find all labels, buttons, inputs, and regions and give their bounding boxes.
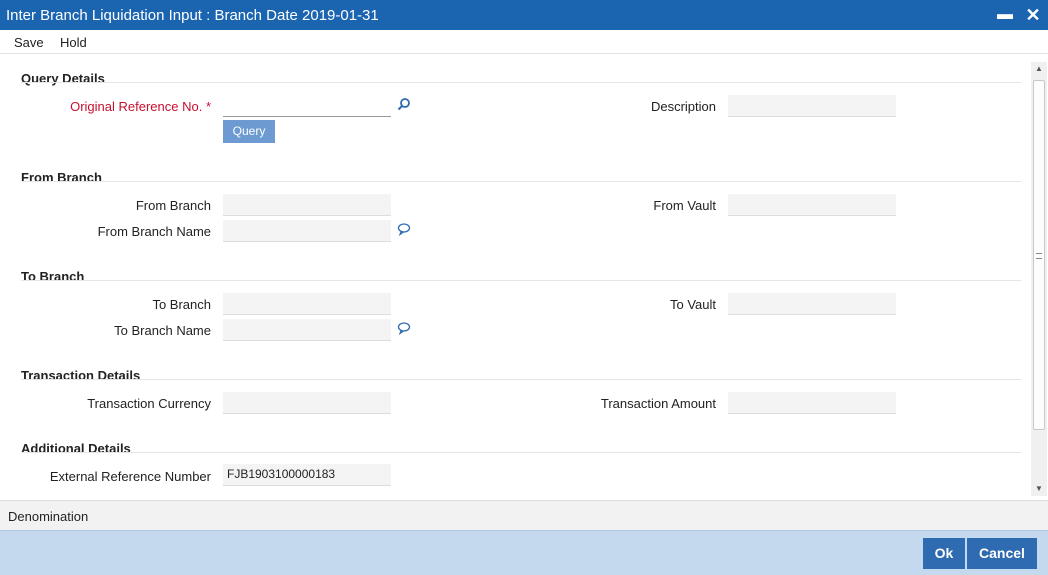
external-reference-field[interactable]: FJB1903100000183 xyxy=(223,464,391,486)
section-divider xyxy=(21,181,1021,182)
transaction-amount-field[interactable] xyxy=(728,392,896,414)
footer-bar: Ok Cancel xyxy=(0,530,1048,575)
save-menu-item[interactable]: Save xyxy=(14,35,44,50)
ok-button[interactable]: Ok xyxy=(923,538,965,569)
transaction-amount-label: Transaction Amount xyxy=(600,396,716,411)
transaction-details-heading: Transaction Details xyxy=(21,368,141,383)
from-vault-label: From Vault xyxy=(653,198,716,213)
original-reference-label-text: Original Reference No. xyxy=(70,99,203,114)
required-marker: * xyxy=(205,99,211,114)
transaction-currency-field[interactable] xyxy=(223,392,391,414)
section-divider xyxy=(21,452,1021,453)
to-vault-field[interactable] xyxy=(728,293,896,315)
section-divider xyxy=(21,82,1021,83)
from-branch-name-label: From Branch Name xyxy=(97,224,211,239)
from-branch-label: From Branch xyxy=(135,198,211,213)
to-branch-name-label: To Branch Name xyxy=(114,323,211,338)
form-content: Query Details Original Reference No. * D… xyxy=(0,55,1030,497)
comment-icon[interactable] xyxy=(397,222,411,236)
to-vault-label: To Vault xyxy=(669,297,716,312)
scrollbar-thumb[interactable] xyxy=(1033,80,1045,430)
transaction-currency-label: Transaction Currency xyxy=(87,396,211,411)
section-divider xyxy=(21,379,1021,380)
query-button[interactable]: Query xyxy=(223,120,275,143)
to-branch-name-field[interactable] xyxy=(223,319,391,341)
scroll-up-arrow-icon[interactable]: ▲ xyxy=(1031,62,1047,76)
from-branch-field[interactable] xyxy=(223,194,391,216)
description-field[interactable] xyxy=(728,95,896,117)
to-branch-heading: To Branch xyxy=(21,269,85,284)
additional-details-heading: Additional Details xyxy=(21,441,131,456)
from-branch-heading: From Branch xyxy=(21,170,102,185)
from-branch-name-field[interactable] xyxy=(223,220,391,242)
scroll-down-arrow-icon[interactable]: ▼ xyxy=(1031,482,1047,496)
section-divider xyxy=(21,280,1021,281)
tab-bar: Denomination xyxy=(0,500,1048,530)
to-branch-field[interactable] xyxy=(223,293,391,315)
vertical-scrollbar[interactable]: ▲ ▼ xyxy=(1031,62,1047,496)
hold-menu-item[interactable]: Hold xyxy=(60,35,87,50)
cancel-button[interactable]: Cancel xyxy=(967,538,1037,569)
original-reference-label: Original Reference No. * xyxy=(40,99,211,114)
grip-icon xyxy=(1036,253,1042,259)
tab-denomination[interactable]: Denomination xyxy=(8,509,88,524)
description-label: Description xyxy=(650,99,716,114)
menu-bar: Save Hold xyxy=(0,30,1048,54)
comment-icon[interactable] xyxy=(397,321,411,335)
search-icon[interactable] xyxy=(397,97,411,111)
original-reference-input[interactable] xyxy=(223,95,391,117)
to-branch-label: To Branch xyxy=(152,297,211,312)
external-reference-label: External Reference Number xyxy=(49,469,211,484)
from-vault-field[interactable] xyxy=(728,194,896,216)
window-title: Inter Branch Liquidation Input : Branch … xyxy=(6,7,379,24)
minimize-icon[interactable]: ▬ xyxy=(994,4,1016,26)
close-icon[interactable]: ✕ xyxy=(1022,4,1044,26)
query-details-heading: Query Details xyxy=(21,71,105,86)
window-titlebar: Inter Branch Liquidation Input : Branch … xyxy=(0,0,1048,30)
